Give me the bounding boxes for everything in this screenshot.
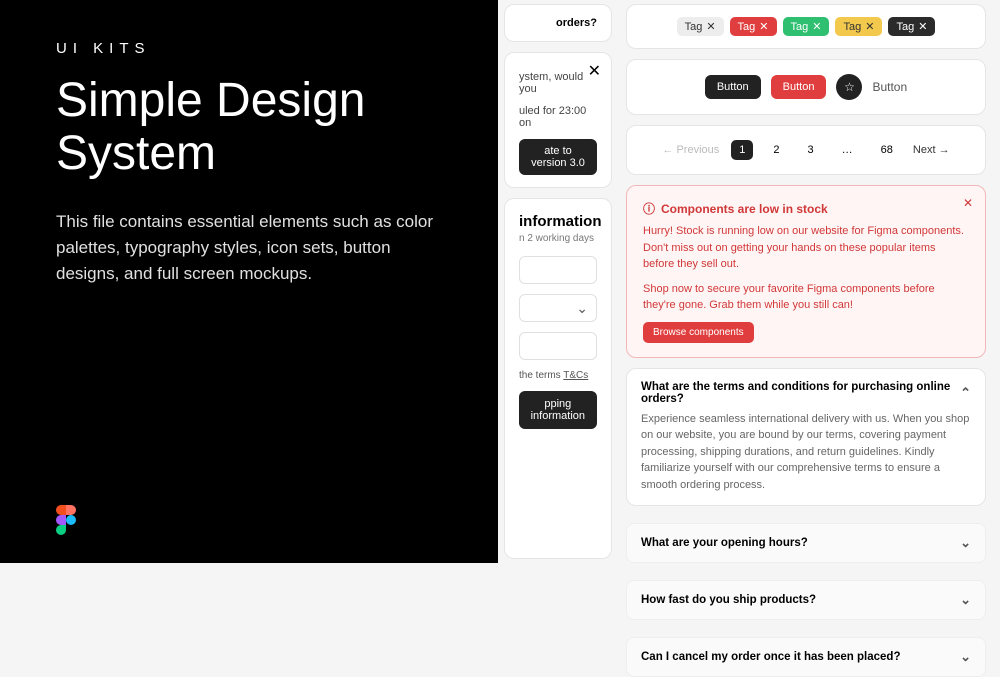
shipping-form: information n 2 working days the terms T… xyxy=(504,198,612,559)
title-line-2: System xyxy=(56,127,216,180)
pagination-example: ← Previous 1 2 3 … 68 Next → xyxy=(626,125,986,175)
accordion-question-1[interactable]: What are the terms and conditions for pu… xyxy=(641,381,971,405)
title-line-1: Simple Design xyxy=(56,74,365,127)
faq-accordion: What are the terms and conditions for pu… xyxy=(626,368,986,507)
accordion-question-4[interactable]: Can I cancel my order once it has been p… xyxy=(641,649,971,665)
dialog-text-2: uled for 23:00 on xyxy=(519,105,597,129)
close-icon[interactable]: ✕ xyxy=(588,61,601,81)
submit-button[interactable]: pping information xyxy=(519,391,597,429)
select-input[interactable] xyxy=(519,294,597,322)
close-icon[interactable]: ✕ xyxy=(706,20,715,33)
alert-body-1: Hurry! Stock is running low on our websi… xyxy=(643,223,969,273)
text-input-2[interactable] xyxy=(519,332,597,360)
accordion-item-1: What are the terms and conditions for pu… xyxy=(627,369,985,506)
pagination-prev: ← Previous xyxy=(662,144,719,156)
buttons-example: Button Button ☆ Button xyxy=(626,59,986,115)
accordion-answer-1: Experience seamless international delive… xyxy=(641,411,971,494)
page-3[interactable]: 3 xyxy=(800,140,822,160)
accordion-question-3[interactable]: How fast do you ship products? ⌄ xyxy=(641,592,971,608)
figma-logo-icon xyxy=(56,505,76,535)
close-icon[interactable]: ✕ xyxy=(812,20,821,33)
tags-example: Tag✕ Tag✕ Tag✕ Tag✕ Tag✕ xyxy=(626,4,986,49)
tag-red[interactable]: Tag✕ xyxy=(730,17,777,36)
arrow-left-icon: ← xyxy=(662,144,673,156)
accordion-item-2: What are your opening hours? ⌄ xyxy=(626,523,986,563)
accordion-item-4: Can I cancel my order once it has been p… xyxy=(626,637,986,677)
hero-description: This file contains essential elements su… xyxy=(56,209,442,288)
terms-row: the terms T&Cs xyxy=(519,370,597,381)
dialog-text-1: ystem, would you xyxy=(519,71,597,95)
page-2[interactable]: 2 xyxy=(765,140,787,160)
close-icon[interactable]: ✕ xyxy=(918,20,927,33)
close-icon[interactable]: ✕ xyxy=(963,196,973,210)
danger-button[interactable]: Button xyxy=(771,75,827,99)
accordion-item-3: How fast do you ship products? ⌄ xyxy=(626,580,986,620)
page-ellipsis: … xyxy=(834,140,861,160)
chevron-down-icon: ⌄ xyxy=(960,592,971,608)
close-icon[interactable]: ✕ xyxy=(865,20,874,33)
star-icon-button[interactable]: ☆ xyxy=(836,74,862,100)
form-subtitle: n 2 working days xyxy=(519,233,597,244)
tag-dark[interactable]: Tag✕ xyxy=(888,17,935,36)
component-preview-area: orders? ✕ ystem, would you uled for 23:0… xyxy=(498,0,1000,563)
tag-yellow[interactable]: Tag✕ xyxy=(835,17,882,36)
chevron-down-icon: ⌄ xyxy=(960,535,971,551)
update-dialog: ✕ ystem, would you uled for 23:00 on ate… xyxy=(504,52,612,188)
pagination-next[interactable]: Next → xyxy=(913,144,950,156)
page-1[interactable]: 1 xyxy=(731,140,753,160)
low-stock-alert: ⓘ Components are low in stock ✕ Hurry! S… xyxy=(626,185,986,358)
alert-icon: ⓘ xyxy=(643,200,655,217)
text-button[interactable]: Button xyxy=(872,80,907,94)
arrow-right-icon: → xyxy=(939,144,950,156)
close-icon[interactable]: ✕ xyxy=(759,20,768,33)
primary-button[interactable]: Button xyxy=(705,75,761,99)
alert-body-2: Shop now to secure your favorite Figma c… xyxy=(643,281,969,314)
text-input-1[interactable] xyxy=(519,256,597,284)
alert-title: ⓘ Components are low in stock xyxy=(643,200,969,217)
tag-green[interactable]: Tag✕ xyxy=(783,17,830,36)
partial-accordion-header: orders? xyxy=(504,4,612,42)
page-68[interactable]: 68 xyxy=(873,140,901,160)
terms-link[interactable]: T&Cs xyxy=(563,370,588,381)
kicker-label: UI KITS xyxy=(56,40,442,57)
chevron-down-icon: ⌄ xyxy=(960,649,971,665)
tag-gray[interactable]: Tag✕ xyxy=(677,17,724,36)
update-button[interactable]: ate to version 3.0 xyxy=(519,139,597,175)
browse-components-button[interactable]: Browse components xyxy=(643,322,754,343)
page-title: Simple Design System xyxy=(56,75,442,181)
form-title: information xyxy=(519,213,597,230)
accordion-question-2[interactable]: What are your opening hours? ⌄ xyxy=(641,535,971,551)
chevron-up-icon: ⌃ xyxy=(960,385,971,401)
hero-panel: UI KITS Simple Design System This file c… xyxy=(0,0,498,563)
